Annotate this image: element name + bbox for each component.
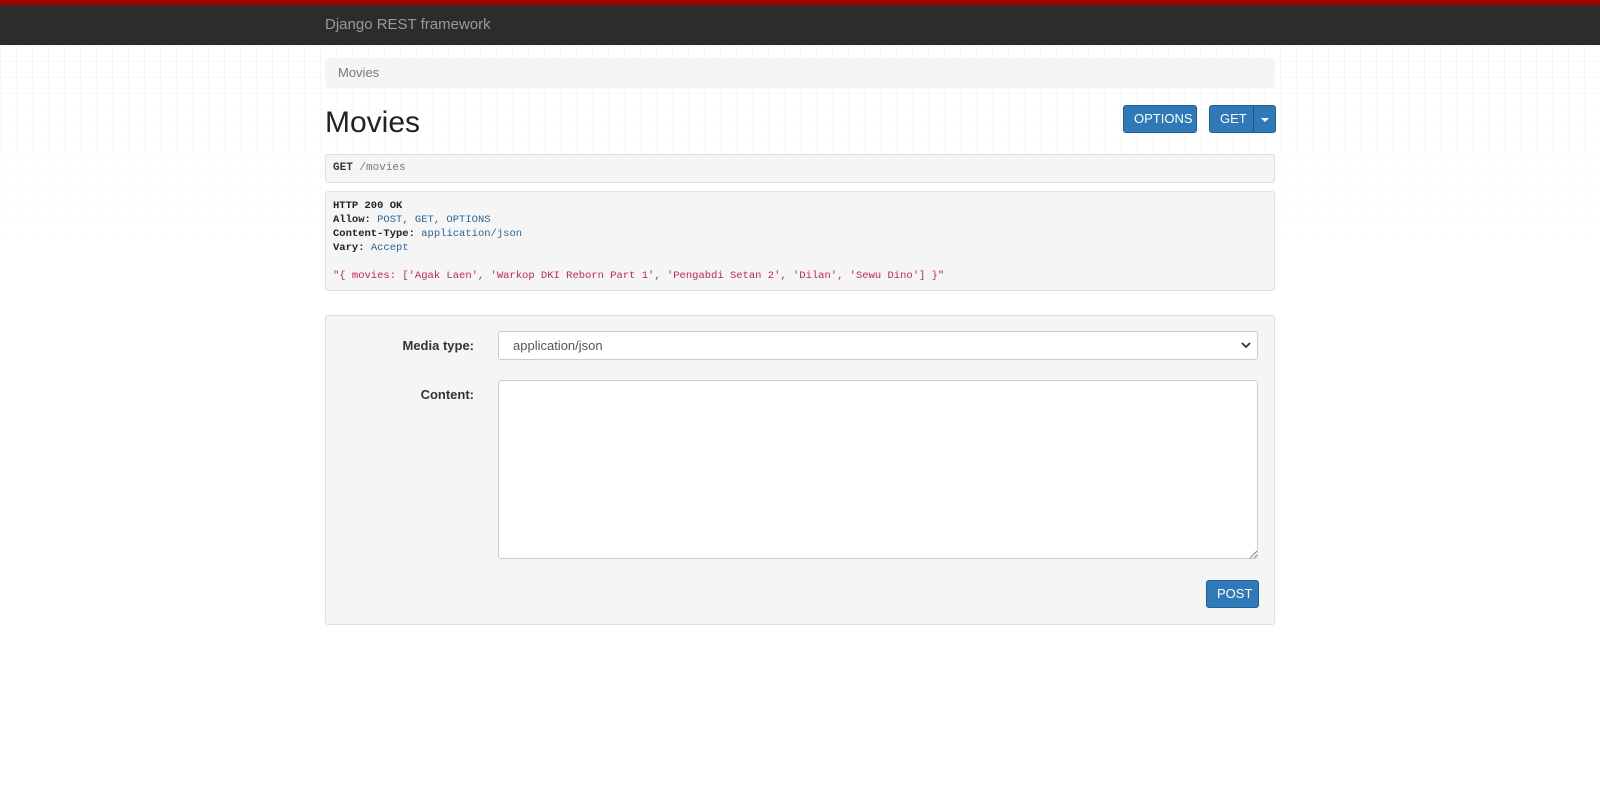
page-title: Movies bbox=[325, 106, 421, 139]
media-type-label: Media type: bbox=[402, 338, 474, 353]
main-container: Movies Movies OPTIONS GET GET /movies HT… bbox=[325, 58, 1276, 625]
response-status: HTTP 200 OK bbox=[333, 200, 403, 212]
header-key: Vary: bbox=[333, 242, 365, 254]
request-info: GET /movies bbox=[325, 154, 1275, 183]
content-textarea[interactable] bbox=[498, 380, 1258, 559]
get-button[interactable]: GET bbox=[1209, 105, 1254, 133]
get-button-group: GET bbox=[1209, 105, 1276, 133]
breadcrumb: Movies bbox=[325, 58, 1275, 88]
response-info: HTTP 200 OK Allow: POST, GET, OPTIONS Co… bbox=[325, 191, 1275, 291]
breadcrumb-item-movies[interactable]: Movies bbox=[338, 65, 379, 80]
header-value: POST, GET, OPTIONS bbox=[377, 214, 491, 226]
response-header-allow: Allow: POST, GET, OPTIONS bbox=[333, 213, 1267, 227]
response-header-content-type: Content-Type: application/json bbox=[333, 227, 1267, 241]
chevron-down-icon bbox=[1241, 342, 1251, 349]
navbar: Django REST framework bbox=[0, 0, 1600, 45]
header-value: application/json bbox=[421, 228, 523, 240]
post-button[interactable]: POST bbox=[1206, 580, 1259, 608]
options-button[interactable]: OPTIONS bbox=[1123, 105, 1197, 133]
request-path: /movies bbox=[359, 162, 406, 174]
get-format-dropdown-toggle[interactable] bbox=[1254, 105, 1276, 133]
header-value: Accept bbox=[370, 242, 409, 254]
content-label: Content: bbox=[420, 387, 474, 402]
response-body: "{ movies: ['Agak Laen', 'Warkop DKI Reb… bbox=[333, 270, 945, 282]
response-header-vary: Vary: Accept bbox=[333, 241, 1267, 255]
navbar-brand[interactable]: Django REST framework bbox=[325, 16, 491, 34]
raw-data-form: Media type: application/json Content: PO… bbox=[325, 315, 1275, 625]
page-header: Movies OPTIONS GET bbox=[325, 88, 1276, 154]
caret-down-icon bbox=[1261, 118, 1269, 122]
media-type-selected-value: application/json bbox=[513, 338, 603, 353]
request-method: GET bbox=[333, 162, 353, 174]
header-key: Content-Type: bbox=[333, 228, 415, 240]
media-type-select[interactable]: application/json bbox=[498, 331, 1258, 360]
resize-handle-icon[interactable] bbox=[1249, 550, 1258, 559]
header-key: Allow: bbox=[333, 214, 371, 226]
